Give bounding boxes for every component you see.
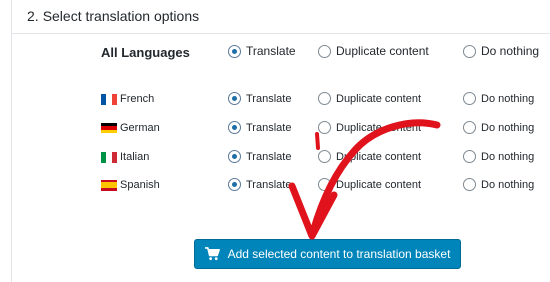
- translate-option-label: Translate: [246, 150, 292, 163]
- duplicate-option-label: Duplicate content: [336, 178, 421, 191]
- duplicate-option-label: Duplicate content: [336, 44, 429, 58]
- spanish-duplicate-option[interactable]: Duplicate content: [318, 178, 421, 191]
- nothing-option-label: Do nothing: [481, 178, 535, 191]
- german-translate-radio[interactable]: [228, 121, 241, 134]
- language-name: German: [120, 122, 160, 134]
- spanish-duplicate-radio[interactable]: [318, 178, 331, 191]
- duplicate-option-label: Duplicate content: [336, 150, 421, 163]
- duplicate-option-label: Duplicate content: [336, 92, 421, 105]
- german-translate-option[interactable]: Translate: [228, 121, 291, 134]
- it-flag-icon: [101, 151, 117, 163]
- spanish-nothing-option[interactable]: Do nothing: [463, 178, 534, 191]
- fr-flag-icon: [101, 93, 117, 105]
- language-name: Spanish: [120, 179, 160, 191]
- french-nothing-option[interactable]: Do nothing: [463, 92, 534, 105]
- section-title-text: Select translation options: [42, 8, 200, 24]
- italian-duplicate-option[interactable]: Duplicate content: [318, 150, 421, 163]
- italian-duplicate-radio[interactable]: [318, 150, 331, 163]
- nothing-option-label: Do nothing: [481, 150, 535, 163]
- language-name: Italian: [120, 151, 150, 163]
- language-row-french: French Translate Duplicate content Do no…: [0, 91, 550, 109]
- panel-left-border: [11, 0, 12, 282]
- italian-translate-radio[interactable]: [228, 150, 241, 163]
- language-label: French: [101, 93, 154, 105]
- german-duplicate-option[interactable]: Duplicate content: [318, 121, 421, 134]
- basket-button-label: Add selected content to translation bask…: [227, 247, 451, 261]
- all-languages-duplicate-radio[interactable]: [318, 44, 331, 58]
- german-nothing-radio[interactable]: [463, 121, 476, 134]
- french-translate-radio[interactable]: [228, 92, 241, 105]
- language-label: Spanish: [101, 179, 160, 191]
- italian-translate-option[interactable]: Translate: [228, 150, 291, 163]
- nothing-option-label: Do nothing: [481, 92, 535, 105]
- all-languages-translate-option[interactable]: Translate: [228, 44, 296, 58]
- translate-option-label: Translate: [246, 121, 292, 134]
- language-row-spanish: Spanish Translate Duplicate content Do n…: [0, 177, 550, 195]
- language-row-italian: Italian Translate Duplicate content Do n…: [0, 149, 550, 167]
- nothing-option-label: Do nothing: [481, 121, 535, 134]
- de-flag-icon: [101, 122, 117, 134]
- section-title: 2. Select translation options: [27, 8, 199, 24]
- spanish-translate-radio[interactable]: [228, 178, 241, 191]
- all-languages-nothing-option[interactable]: Do nothing: [463, 44, 539, 58]
- spanish-translate-option[interactable]: Translate: [228, 178, 291, 191]
- nothing-option-label: Do nothing: [481, 44, 540, 58]
- italian-nothing-option[interactable]: Do nothing: [463, 150, 534, 163]
- add-to-translation-basket-button[interactable]: Add selected content to translation bask…: [194, 239, 461, 269]
- language-row-german: German Translate Duplicate content Do no…: [0, 120, 550, 138]
- french-nothing-radio[interactable]: [463, 92, 476, 105]
- french-translate-option[interactable]: Translate: [228, 92, 291, 105]
- language-label: Italian: [101, 151, 149, 163]
- french-duplicate-radio[interactable]: [318, 92, 331, 105]
- all-languages-translate-radio[interactable]: [228, 44, 241, 58]
- german-nothing-option[interactable]: Do nothing: [463, 121, 534, 134]
- translation-options-panel: 2. Select translation options All Languag…: [0, 0, 550, 282]
- all-languages-label: All Languages: [101, 45, 190, 60]
- section-divider: [12, 33, 550, 34]
- es-flag-icon: [101, 179, 117, 191]
- all-languages-row: All Languages Translate Duplicate conten…: [0, 44, 550, 62]
- duplicate-option-label: Duplicate content: [336, 121, 421, 134]
- translate-option-label: Translate: [246, 178, 292, 191]
- cart-icon: [204, 247, 220, 261]
- german-duplicate-radio[interactable]: [318, 121, 331, 134]
- language-label: German: [101, 122, 160, 134]
- language-name: French: [120, 93, 155, 105]
- spanish-nothing-radio[interactable]: [463, 178, 476, 191]
- section-number: 2.: [27, 8, 39, 24]
- french-duplicate-option[interactable]: Duplicate content: [318, 92, 421, 105]
- translate-option-label: Translate: [246, 44, 296, 58]
- italian-nothing-radio[interactable]: [463, 150, 476, 163]
- translate-option-label: Translate: [246, 92, 292, 105]
- all-languages-duplicate-option[interactable]: Duplicate content: [318, 44, 429, 58]
- all-languages-nothing-radio[interactable]: [463, 44, 476, 58]
